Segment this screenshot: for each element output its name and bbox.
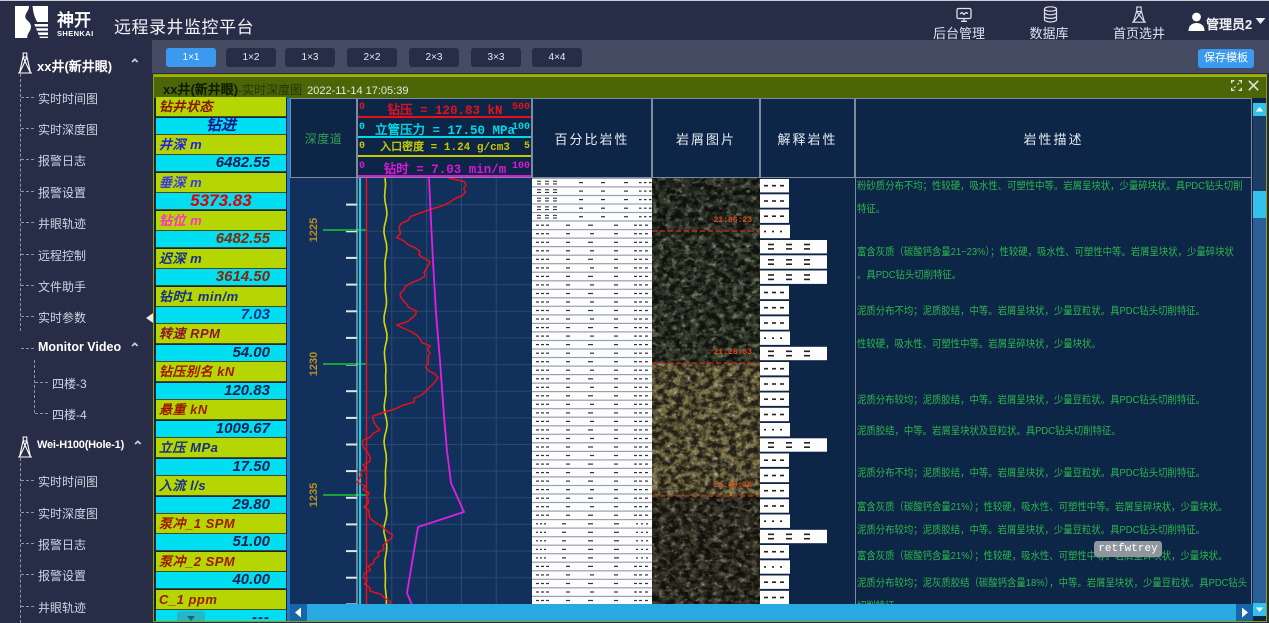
svg-text:1235: 1235: [308, 483, 320, 507]
svg-text:1230: 1230: [308, 352, 320, 376]
svg-text:21:49:36: 21:49:36: [714, 481, 753, 490]
svg-text:21:28:53: 21:28:53: [714, 348, 753, 357]
svg-text:1225: 1225: [308, 218, 320, 242]
svg-text:21:06:23: 21:06:23: [714, 216, 753, 225]
